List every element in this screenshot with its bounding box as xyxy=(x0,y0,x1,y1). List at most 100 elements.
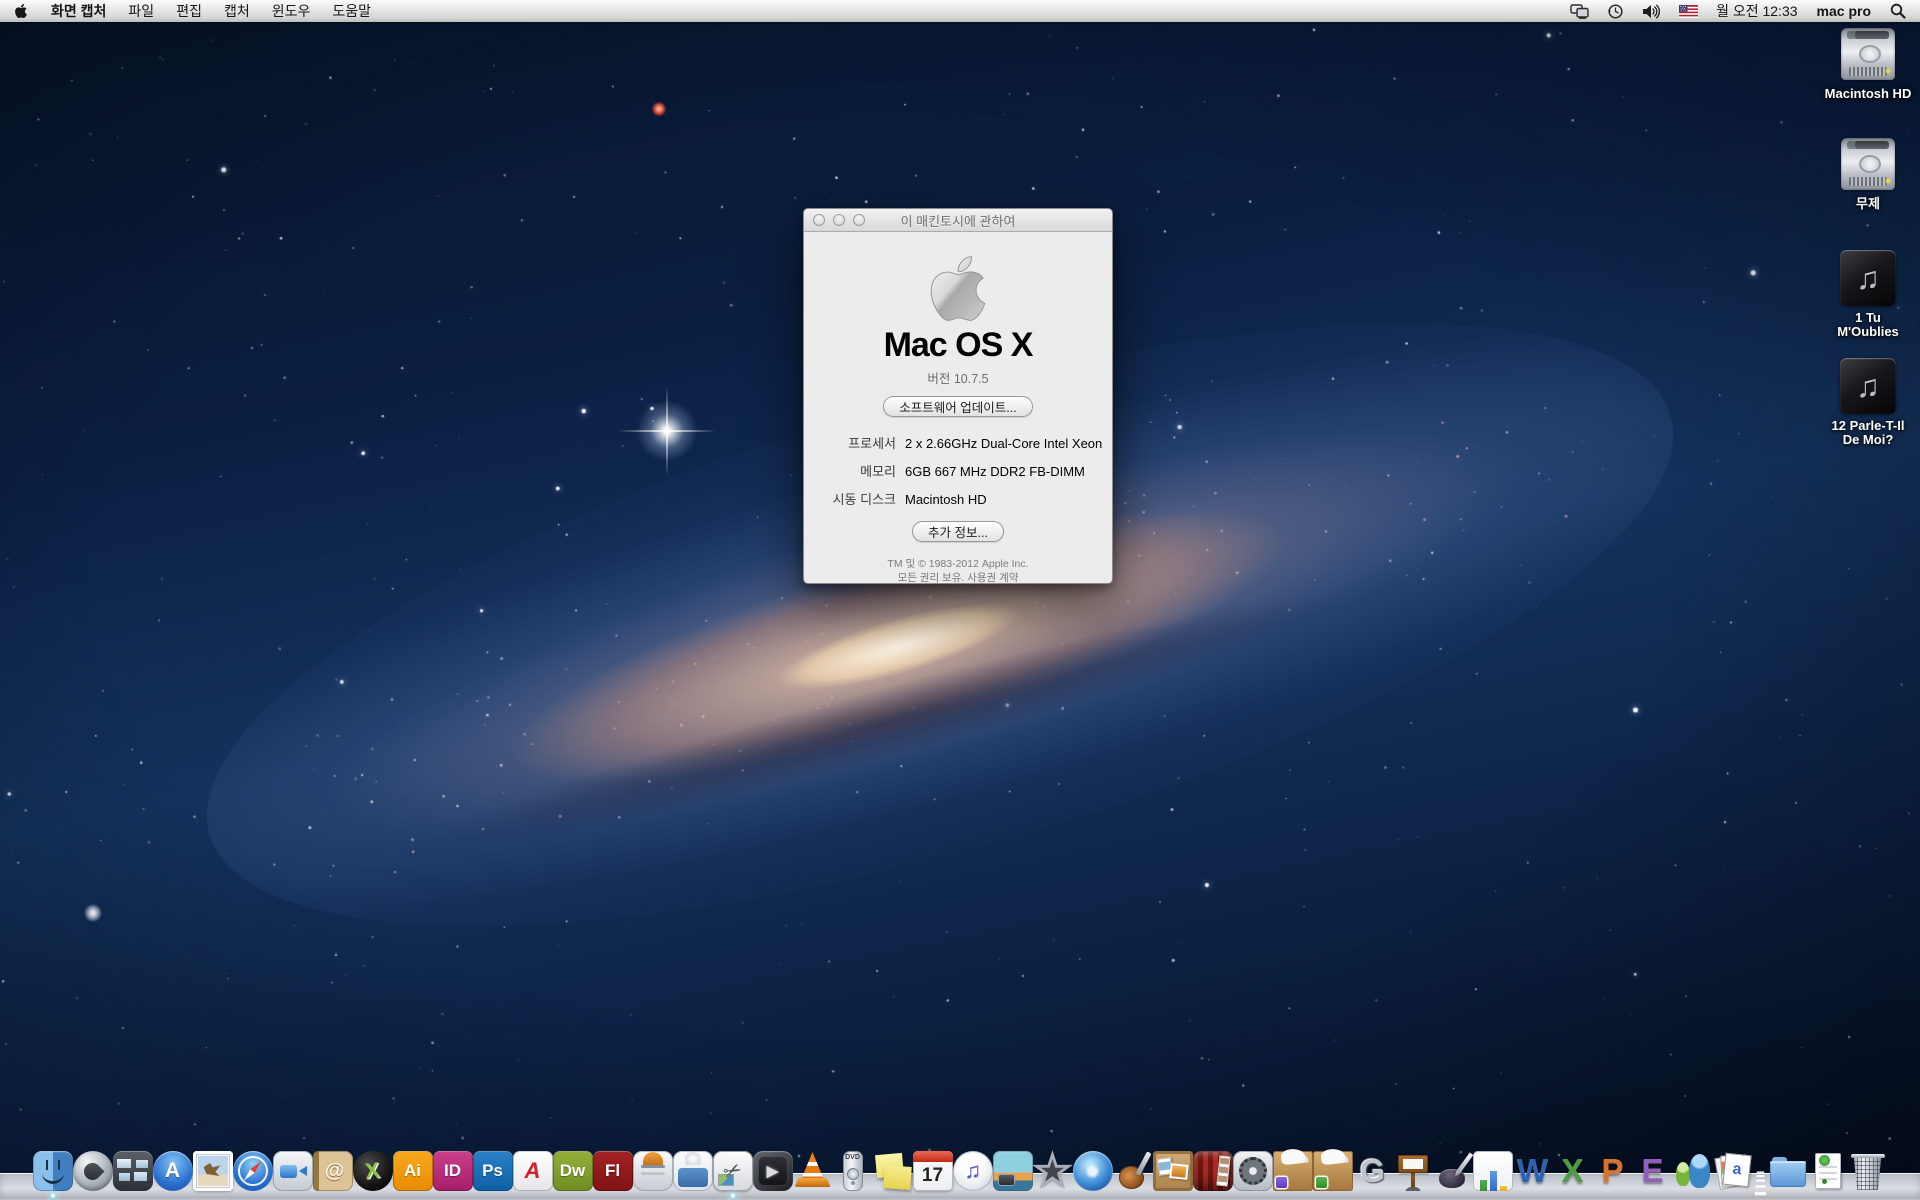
dock-excel[interactable]: X xyxy=(1553,1141,1593,1191)
os-name: Mac OS X xyxy=(884,329,1033,361)
stuffit-box-purple-icon xyxy=(1273,1151,1313,1191)
spec-row-memory: 메모리 6GB 667 MHz DDR2 FB-DIMM xyxy=(804,462,1112,481)
photoshop-icon: Ps xyxy=(473,1151,513,1191)
itunes-icon: ♫ xyxy=(953,1151,993,1191)
word-icon: W xyxy=(1513,1151,1553,1191)
dock-documents-stack[interactable]: a xyxy=(1713,1141,1753,1191)
menu-edit[interactable]: 편집 xyxy=(165,0,213,22)
dock-mission-control[interactable] xyxy=(113,1141,153,1191)
dock-idvd[interactable] xyxy=(1073,1141,1113,1191)
dock-pages[interactable] xyxy=(1433,1141,1473,1191)
messenger-icon xyxy=(1673,1151,1713,1191)
entourage-icon: E xyxy=(1633,1151,1673,1191)
dock-safari[interactable] xyxy=(233,1141,273,1191)
dock-facetime[interactable] xyxy=(273,1141,313,1191)
dock-mail[interactable] xyxy=(193,1141,233,1191)
dock-toast[interactable] xyxy=(633,1141,673,1191)
desktop-icon-audio-file-12[interactable]: ♫12 Parle-T-IlDe Moi? xyxy=(1818,358,1918,447)
dock-iphoto[interactable] xyxy=(993,1141,1033,1191)
menu-file[interactable]: 파일 xyxy=(117,0,165,22)
dock-ical[interactable]: 17 xyxy=(913,1141,953,1191)
mission-control-icon xyxy=(113,1151,153,1191)
more-info-button[interactable]: 추가 정보... xyxy=(912,521,1004,542)
dock-garageband[interactable] xyxy=(1113,1141,1153,1191)
illustrator-icon: Ai xyxy=(393,1151,433,1191)
spec-label: 프로세서 xyxy=(804,434,896,453)
iphoto-icon xyxy=(993,1151,1033,1191)
copyright-text: TM 및 © 1983-2012 Apple Inc. 모든 권리 보유. 사용… xyxy=(887,557,1028,585)
minimize-button[interactable] xyxy=(833,214,845,226)
dock-quarkxpress[interactable]: X xyxy=(353,1141,393,1191)
dock-app-store[interactable]: A xyxy=(153,1141,193,1191)
input-source-menu-extra[interactable] xyxy=(1670,0,1707,22)
dock-illustrator[interactable]: Ai xyxy=(393,1141,433,1191)
dock-address-book[interactable]: @ xyxy=(313,1141,353,1191)
dock-indesign[interactable]: ID xyxy=(433,1141,473,1191)
dock-stuffit-box-purple[interactable] xyxy=(1273,1141,1313,1191)
zoom-button[interactable] xyxy=(853,214,865,226)
dock-dreamweaver[interactable]: Dw xyxy=(553,1141,593,1191)
window-titlebar[interactable]: 이 매킨토시에 관하여 xyxy=(804,209,1112,232)
dock-flash[interactable]: Fl xyxy=(593,1141,633,1191)
dock-acrobat[interactable]: A xyxy=(513,1141,553,1191)
spec-label: 시동 디스크 xyxy=(804,490,896,509)
desktop-icon-macintosh-hd[interactable]: Macintosh HD xyxy=(1818,28,1918,101)
dock-trash[interactable] xyxy=(1848,1141,1888,1191)
displays-icon xyxy=(1570,4,1589,19)
dock-vlc[interactable] xyxy=(793,1141,833,1191)
dock-photo-booth[interactable] xyxy=(1193,1141,1233,1191)
close-button[interactable] xyxy=(813,214,825,226)
spotlight-menu-extra[interactable] xyxy=(1881,0,1920,22)
menu-user[interactable]: mac pro xyxy=(1807,3,1881,19)
dock-entourage[interactable]: E xyxy=(1633,1141,1673,1191)
menu-capture[interactable]: 캡처 xyxy=(213,0,261,22)
dock-system-preferences[interactable] xyxy=(1233,1141,1273,1191)
pages-icon xyxy=(1433,1151,1473,1191)
spec-value: Macintosh HD xyxy=(905,490,987,509)
dock-keynote[interactable] xyxy=(1393,1141,1433,1191)
desktop-icon-untitled-drive[interactable]: 무제 xyxy=(1818,138,1918,211)
desktop-icon-label: 무제 xyxy=(1856,197,1880,211)
dock-stickies[interactable] xyxy=(873,1141,913,1191)
dock-stuffit-box-green[interactable] xyxy=(1313,1141,1353,1191)
menu-window[interactable]: 윈도우 xyxy=(261,0,322,22)
dock-collage-board[interactable] xyxy=(1153,1141,1193,1191)
volume-menu-extra[interactable] xyxy=(1633,0,1670,22)
menu-help[interactable]: 도움말 xyxy=(321,0,382,22)
menu-app-name[interactable]: 화면 캡처 xyxy=(40,0,117,22)
finder-icon xyxy=(33,1151,73,1191)
dock-launchpad[interactable] xyxy=(73,1141,113,1191)
toast-icon xyxy=(633,1151,673,1191)
spec-row-startup-disk: 시동 디스크 Macintosh HD xyxy=(804,490,1112,509)
apple-logo xyxy=(926,252,990,325)
dock-screen-capture[interactable]: ✂ xyxy=(713,1141,753,1191)
dock-installer-document[interactable] xyxy=(1808,1141,1848,1191)
dock-messenger[interactable] xyxy=(1673,1141,1713,1191)
menu-clock[interactable]: 월 오전 12:33 xyxy=(1707,1,1806,21)
hard-drive-icon xyxy=(1838,28,1898,82)
dock-dvd-player[interactable]: DVD xyxy=(833,1141,873,1191)
dock-itunes[interactable]: ♫ xyxy=(953,1141,993,1191)
displays-menu-extra[interactable] xyxy=(1561,0,1598,22)
dock-media-player[interactable]: ▶ xyxy=(753,1141,793,1191)
apple-menu[interactable] xyxy=(0,0,40,22)
dock-photoshop[interactable]: Ps xyxy=(473,1141,513,1191)
dock-powerpoint[interactable]: P xyxy=(1593,1141,1633,1191)
apple-icon xyxy=(14,3,28,19)
dock-stuffit-clamp[interactable]: G xyxy=(1353,1141,1393,1191)
software-update-button[interactable]: 소프트웨어 업데이트... xyxy=(883,396,1032,417)
dock-imovie[interactable]: ★ xyxy=(1033,1141,1073,1191)
downloads-folder-icon xyxy=(1768,1151,1808,1191)
dock-word[interactable]: W xyxy=(1513,1141,1553,1191)
dock-separator xyxy=(1753,1149,1768,1191)
app-store-icon: A xyxy=(153,1151,193,1191)
desktop-icon-audio-file-1[interactable]: ♫1 TuM'Oublies xyxy=(1818,250,1918,339)
dock-downloads-folder[interactable] xyxy=(1768,1141,1808,1191)
dock-numbers[interactable] xyxy=(1473,1141,1513,1191)
desktop-icon-label: Macintosh HD xyxy=(1825,87,1912,101)
acrobat-icon: A xyxy=(513,1151,553,1191)
dock-toast-blue[interactable] xyxy=(673,1141,713,1191)
time-machine-menu-extra[interactable] xyxy=(1598,0,1633,22)
indesign-icon: ID xyxy=(433,1151,473,1191)
dock-finder[interactable] xyxy=(33,1141,73,1191)
